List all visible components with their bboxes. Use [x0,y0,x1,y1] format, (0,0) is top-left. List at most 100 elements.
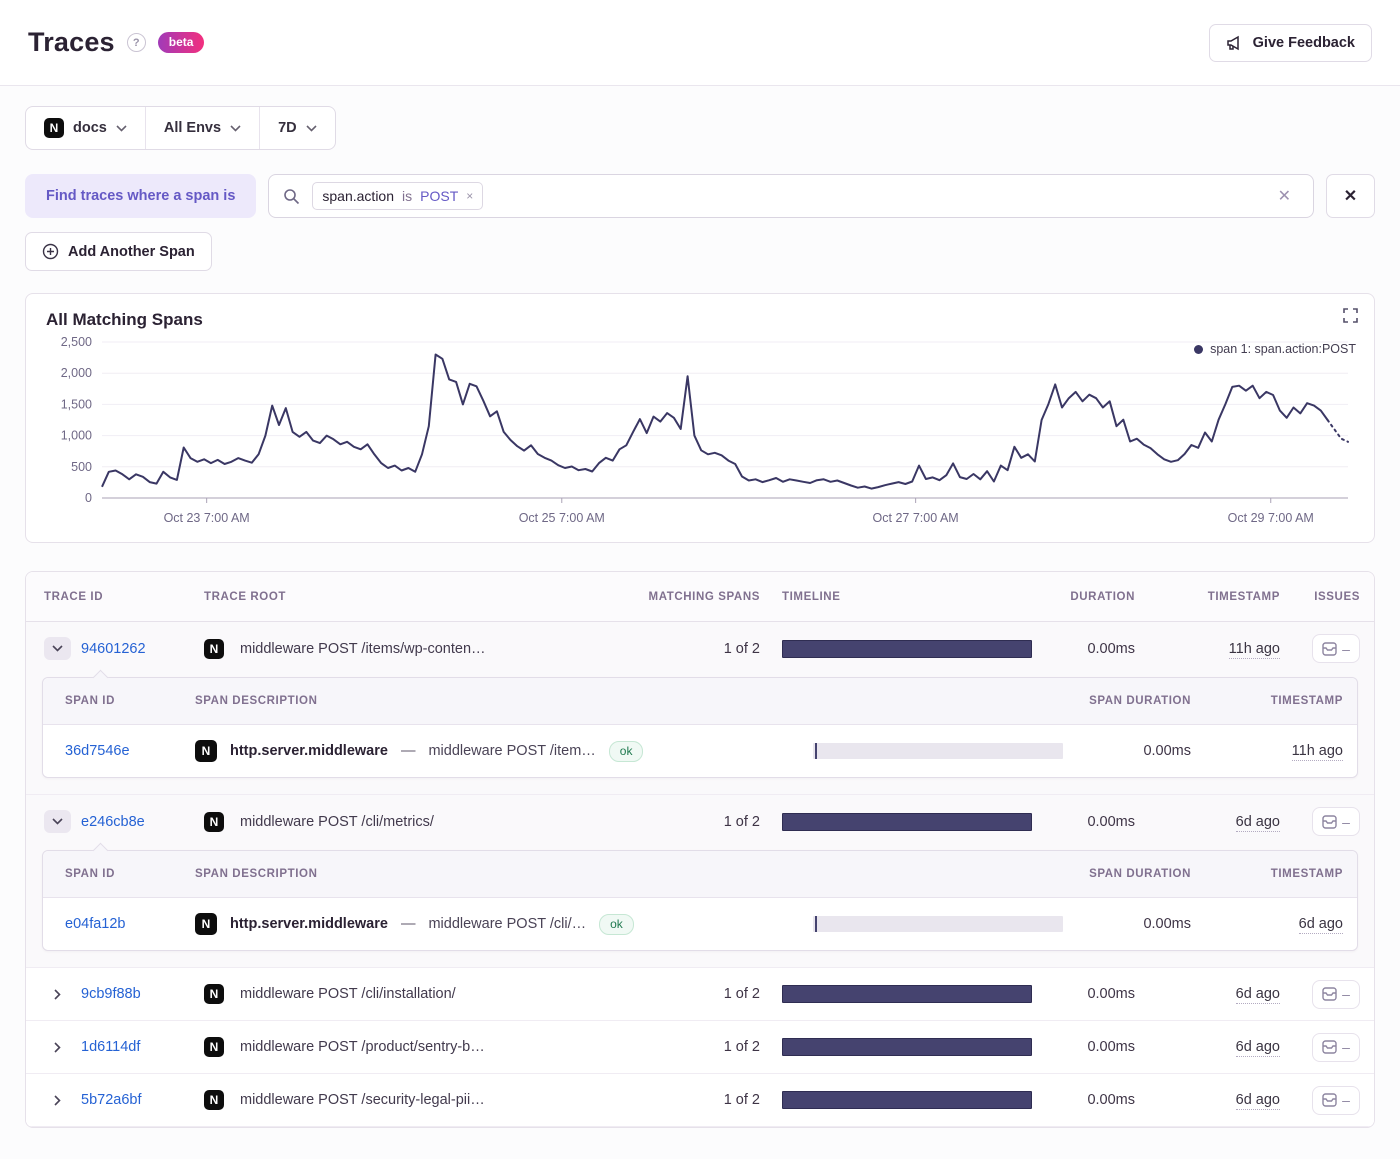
traces-table: TRACE ID TRACE ROOT MATCHING SPANS TIMEL… [25,571,1375,1128]
environment-selector[interactable]: All Envs [145,107,259,149]
span-row[interactable]: e04fa12b N http.server.middleware — midd… [43,898,1357,950]
trace-duration: 0.00ms [1030,641,1135,657]
timeline-bar[interactable] [782,813,1032,831]
table-row[interactable]: e246cb8e N middleware POST /cli/metrics/… [26,795,1374,848]
project-selector-label: docs [73,120,107,136]
token-operator: is [402,188,412,204]
chart-legend[interactable]: span 1: span.action:POST [1194,342,1356,356]
nextjs-logo-icon: N [195,913,217,935]
span-timeline-bar[interactable] [813,916,1063,932]
timeline-bar[interactable] [782,985,1032,1003]
col-matching-spans: MATCHING SPANS [625,591,760,603]
col-span-id: SPAN ID [65,695,195,707]
trace-timestamp[interactable]: 6d ago [1236,814,1280,832]
col-trace-id: TRACE ID [44,591,194,603]
span-duration: 0.00ms [1081,916,1191,932]
give-feedback-label: Give Feedback [1253,35,1355,51]
svg-text:Oct 29 7:00 AM: Oct 29 7:00 AM [1228,511,1314,525]
nextjs-logo-icon: N [204,1037,224,1057]
nextjs-logo-icon: N [204,812,224,832]
nextjs-logo-icon: N [44,118,64,138]
span-timeline-bar[interactable] [813,743,1063,759]
col-span-timestamp: TIMESTAMP [1191,868,1343,880]
table-row[interactable]: 1d6114df N middleware POST /product/sent… [26,1021,1374,1074]
trace-root: middleware POST /product/sentry-b… [240,1039,485,1055]
chevron-right-icon[interactable] [44,1089,71,1112]
trace-id-link[interactable]: 1d6114df [81,1039,140,1055]
trace-id-link[interactable]: 5b72a6bf [81,1092,141,1108]
chart-title: All Matching Spans [46,310,1354,330]
trace-timestamp[interactable]: 6d ago [1236,1092,1280,1110]
issues-button[interactable]: – [1312,634,1360,663]
span-search-input[interactable]: span.action is POST × ✕ [268,174,1314,218]
search-clear-icon[interactable]: ✕ [1270,186,1299,206]
span-description: middleware POST /cli/… [428,916,586,932]
span-timestamp[interactable]: 6d ago [1299,916,1343,934]
date-range-selector-label: 7D [278,120,297,136]
issues-icon [1322,987,1337,1001]
svg-text:0: 0 [85,491,92,505]
trace-timestamp[interactable]: 11h ago [1229,641,1280,659]
megaphone-icon [1226,35,1244,51]
trace-duration: 0.00ms [1030,814,1135,830]
timeline-bar[interactable] [782,640,1032,658]
svg-text:Oct 25 7:00 AM: Oct 25 7:00 AM [519,511,605,525]
date-range-selector[interactable]: 7D [259,107,335,149]
span-row[interactable]: 36d7546e N http.server.middleware — midd… [43,725,1357,777]
table-row[interactable]: 94601262 N middleware POST /items/wp-con… [26,622,1374,675]
span-operation: http.server.middleware [230,743,388,759]
chevron-down-icon[interactable] [44,637,71,660]
add-another-span-button[interactable]: Add Another Span [25,232,212,271]
span-header-row: SPAN ID SPAN DESCRIPTION SPAN DURATION T… [43,851,1357,898]
chevron-right-icon[interactable] [44,1036,71,1059]
trace-id-link[interactable]: 9cb9f88b [81,986,141,1002]
trace-id-link[interactable]: e246cb8e [81,814,145,830]
col-span-description: SPAN DESCRIPTION [195,695,811,707]
issues-button[interactable]: – [1312,1086,1360,1115]
issues-button[interactable]: – [1312,1033,1360,1062]
span-id-link[interactable]: 36d7546e [65,743,195,759]
page-filter-bar: N docs All Envs 7D [25,106,336,150]
trace-group: 94601262 N middleware POST /items/wp-con… [26,622,1374,795]
issues-icon [1322,642,1337,656]
nextjs-logo-icon: N [204,639,224,659]
svg-text:2,000: 2,000 [61,366,92,380]
issues-button[interactable]: – [1312,807,1360,836]
issues-button[interactable]: – [1312,980,1360,1009]
close-filter-button[interactable]: ✕ [1326,174,1375,218]
give-feedback-button[interactable]: Give Feedback [1209,24,1372,62]
chevron-down-icon [230,125,241,132]
help-icon[interactable]: ? [127,33,146,52]
trace-timestamp[interactable]: 6d ago [1236,1039,1280,1057]
span-header-row: SPAN ID SPAN DESCRIPTION SPAN DURATION T… [43,678,1357,725]
col-span-duration: SPAN DURATION [1081,695,1191,707]
issues-icon [1322,1040,1337,1054]
matching-spans-count: 1 of 2 [625,814,760,830]
search-token[interactable]: span.action is POST × [312,182,483,210]
timeline-bar[interactable] [782,1091,1032,1109]
trace-id-link[interactable]: 94601262 [81,641,146,657]
fullscreen-icon[interactable] [1343,308,1358,323]
col-timeline: TIMELINE [760,591,1030,603]
token-remove-icon[interactable]: × [466,189,473,203]
span-id-link[interactable]: e04fa12b [65,916,195,932]
svg-text:Oct 23 7:00 AM: Oct 23 7:00 AM [164,511,250,525]
add-another-span-label: Add Another Span [68,244,195,260]
project-selector[interactable]: N docs [26,107,145,149]
trace-timestamp[interactable]: 6d ago [1236,986,1280,1004]
token-key: span.action [322,188,394,204]
trace-root: middleware POST /cli/metrics/ [240,814,434,830]
span-timestamp[interactable]: 11h ago [1292,743,1343,761]
chevron-right-icon[interactable] [44,983,71,1006]
timeline-bar[interactable] [782,1038,1032,1056]
span-sub-table: SPAN ID SPAN DESCRIPTION SPAN DURATION T… [42,850,1358,951]
trace-group: e246cb8e N middleware POST /cli/metrics/… [26,795,1374,968]
table-row[interactable]: 9cb9f88b N middleware POST /cli/installa… [26,968,1374,1021]
issues-count: – [1342,814,1350,830]
col-timestamp: TIMESTAMP [1135,591,1280,603]
matching-spans-count: 1 of 2 [625,986,760,1002]
table-row[interactable]: 5b72a6bf N middleware POST /security-leg… [26,1074,1374,1127]
chevron-down-icon[interactable] [44,810,71,833]
status-badge: ok [609,741,644,762]
trace-root: middleware POST /items/wp-conten… [240,641,486,657]
